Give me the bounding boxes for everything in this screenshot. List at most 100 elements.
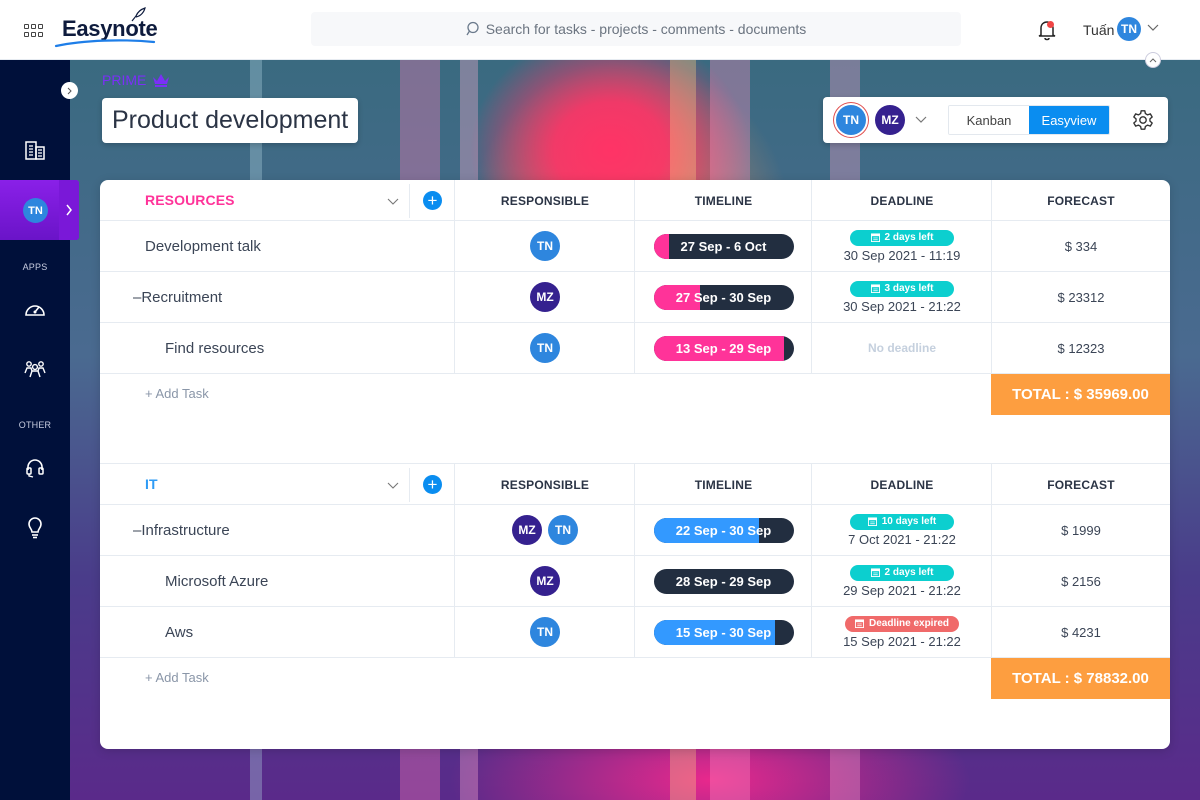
timeline-label: 22 Sep - 30 Sep <box>675 522 772 538</box>
task-name[interactable]: Microsoft Azure <box>100 556 455 606</box>
responsible-cell[interactable]: MZ <box>454 272 635 322</box>
table-row[interactable]: –Infrastructure MZ TN 22 Sep - 30 Sep 10 day… <box>100 505 1170 556</box>
user-avatar[interactable]: TN <box>1117 17 1141 41</box>
lightbulb-icon[interactable] <box>23 516 47 540</box>
avatar[interactable]: TN <box>530 333 560 363</box>
deadline-cell[interactable]: Deadline expired 15 Sep 2021 - 21:22 <box>811 607 992 657</box>
forecast-value: $ 12323 <box>991 323 1170 373</box>
deadline-cell[interactable]: No deadline <box>811 323 992 373</box>
chevron-down-icon[interactable] <box>387 482 399 490</box>
forecast-value: $ 4231 <box>991 607 1170 657</box>
prime-label: PRIME <box>102 72 147 88</box>
task-table: RESOURCES + RESPONSIBLE TIMELINE DEADLINE FOR… <box>100 180 1170 749</box>
timeline-cell[interactable]: 27 Sep - 6 Oct <box>634 221 812 271</box>
collapse-header-button[interactable] <box>1145 52 1161 68</box>
column-header-forecast[interactable]: FORECAST <box>991 464 1170 505</box>
badge-label: Deadline expired <box>868 618 950 629</box>
group-title[interactable]: RESOURCES <box>145 192 235 208</box>
team-icon[interactable] <box>23 357 47 381</box>
project-title[interactable]: Product development <box>102 98 359 143</box>
timeline-cell[interactable]: 27 Sep - 30 Sep <box>634 272 812 322</box>
column-header-timeline[interactable]: TIMELINE <box>634 464 812 505</box>
forecast-value: $ 23312 <box>991 272 1170 322</box>
task-name[interactable]: Development talk <box>100 221 455 271</box>
avatar[interactable]: TN <box>530 617 560 647</box>
column-header-deadline[interactable]: DEADLINE <box>811 464 992 505</box>
timeline-cell[interactable]: 22 Sep - 30 Sep <box>634 505 812 555</box>
avatar[interactable]: MZ <box>530 566 560 596</box>
sidebar-expand-button[interactable] <box>61 82 78 99</box>
deadline-cell[interactable]: 2 days left 29 Sep 2021 - 21:22 <box>811 556 992 606</box>
dashboard-gauge-icon[interactable] <box>23 298 47 322</box>
timeline-bar[interactable]: 28 Sep - 29 Sep <box>653 568 794 594</box>
deadline-status-badge: 10 days left <box>850 513 954 530</box>
easyview-view-button[interactable]: Easyview <box>1029 106 1109 134</box>
member-avatar-tn[interactable]: TN <box>836 105 866 135</box>
task-name[interactable]: –Recruitment <box>100 272 455 322</box>
timeline-bar[interactable]: 13 Sep - 29 Sep <box>653 335 794 361</box>
deadline-cell[interactable]: 2 days left 30 Sep 2021 - 11:19 <box>811 221 992 271</box>
forecast-value: $ 1999 <box>991 505 1170 555</box>
deadline-cell[interactable]: 3 days left 30 Sep 2021 - 21:22 <box>811 272 992 322</box>
building-icon[interactable] <box>23 138 47 162</box>
responsible-cell[interactable]: TN <box>454 607 635 657</box>
timeline-bar[interactable]: 22 Sep - 30 Sep <box>653 517 794 543</box>
task-name[interactable]: –Infrastructure <box>100 505 455 555</box>
chevron-down-icon[interactable] <box>387 198 399 206</box>
timeline-bar[interactable]: 15 Sep - 30 Sep <box>653 619 794 645</box>
task-name[interactable]: Aws <box>100 607 455 657</box>
sidebar-item-expand[interactable] <box>59 180 79 240</box>
table-row[interactable]: Find resources TN 13 Sep - 29 Sep No deadli… <box>100 323 1170 374</box>
gear-icon[interactable] <box>1132 109 1154 131</box>
chevron-up-icon <box>1149 58 1157 63</box>
table-row[interactable]: Microsoft Azure MZ 28 Sep - 29 Sep 2 days l… <box>100 556 1170 607</box>
member-avatar-mz[interactable]: MZ <box>875 105 905 135</box>
responsible-cell[interactable]: TN <box>454 323 635 373</box>
chevron-down-icon[interactable] <box>915 116 927 124</box>
add-task-button[interactable]: + <box>423 475 442 494</box>
sidebar-item-user-workspace[interactable]: TN <box>0 180 79 240</box>
group-total: TOTAL : $ 35969.00 <box>991 374 1170 415</box>
responsible-cell[interactable]: TN <box>454 221 635 271</box>
add-task-button[interactable]: + <box>423 191 442 210</box>
table-row[interactable]: Aws TN 15 Sep - 30 Sep Deadline expired 15 S… <box>100 607 1170 658</box>
add-task-link[interactable]: + Add Task <box>145 670 209 685</box>
headset-icon[interactable] <box>23 456 47 480</box>
responsible-cell[interactable]: MZ <box>454 556 635 606</box>
deadline-date: 15 Sep 2021 - 21:22 <box>843 633 961 649</box>
avatar[interactable]: MZ <box>512 515 542 545</box>
timeline-cell[interactable]: 15 Sep - 30 Sep <box>634 607 812 657</box>
user-name[interactable]: Tuấn <box>1083 22 1114 38</box>
feather-icon <box>131 7 146 22</box>
timeline-cell[interactable]: 28 Sep - 29 Sep <box>634 556 812 606</box>
deadline-cell[interactable]: 10 days left 7 Oct 2021 - 21:22 <box>811 505 992 555</box>
group-title[interactable]: IT <box>145 476 158 492</box>
calendar-icon <box>867 517 877 526</box>
add-task-link[interactable]: + Add Task <box>145 386 209 401</box>
task-name[interactable]: Find resources <box>100 323 455 373</box>
column-header-timeline[interactable]: TIMELINE <box>634 180 812 221</box>
timeline-bar[interactable]: 27 Sep - 6 Oct <box>653 233 794 259</box>
calendar-icon <box>870 233 880 242</box>
table-row[interactable]: Development talk TN 27 Sep - 6 Oct 2 days l… <box>100 221 1170 272</box>
sidebar-section-other: OTHER <box>18 420 52 430</box>
responsible-cell[interactable]: MZ TN <box>454 505 635 555</box>
column-header-responsible[interactable]: RESPONSIBLE <box>454 180 635 221</box>
column-header-responsible[interactable]: RESPONSIBLE <box>454 464 635 505</box>
timeline-cell[interactable]: 13 Sep - 29 Sep <box>634 323 812 373</box>
kanban-view-button[interactable]: Kanban <box>949 106 1029 134</box>
chevron-down-icon[interactable] <box>1147 24 1159 32</box>
search-input[interactable]: Search for tasks - projects - comments -… <box>311 12 961 46</box>
apps-grid-icon[interactable] <box>24 24 44 38</box>
avatar[interactable]: TN <box>530 231 560 261</box>
view-panel: TN MZ Kanban Easyview <box>823 97 1168 143</box>
column-header-forecast[interactable]: FORECAST <box>991 180 1170 221</box>
avatar[interactable]: TN <box>548 515 578 545</box>
table-row[interactable]: –Recruitment MZ 27 Sep - 30 Sep 3 days left… <box>100 272 1170 323</box>
timeline-bar[interactable]: 27 Sep - 30 Sep <box>653 284 794 310</box>
prime-badge: PRIME <box>102 72 170 88</box>
avatar[interactable]: MZ <box>530 282 560 312</box>
column-header-deadline[interactable]: DEADLINE <box>811 180 992 221</box>
deadline-date: 7 Oct 2021 - 21:22 <box>848 531 956 547</box>
no-deadline-label: No deadline <box>867 341 936 355</box>
